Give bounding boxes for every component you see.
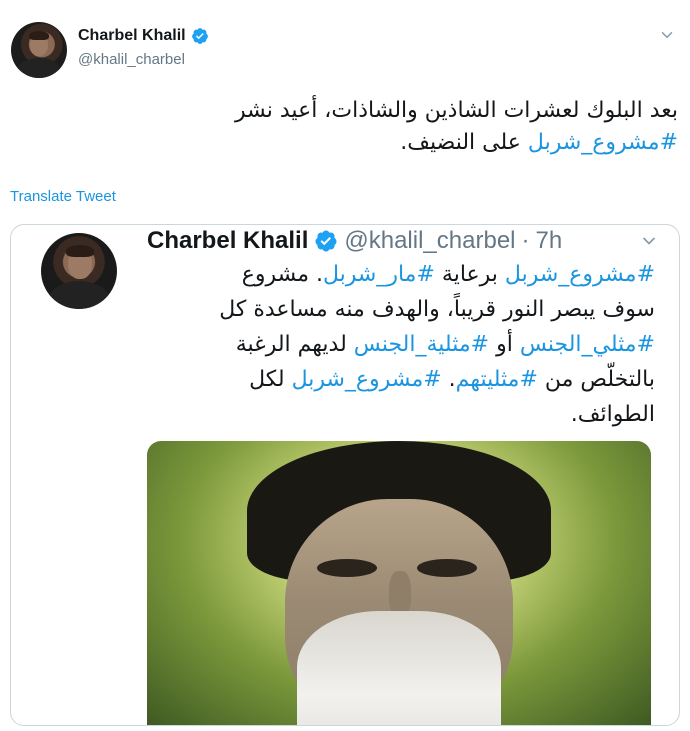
- hashtag-link[interactable]: #مثلي_الجنس: [520, 332, 655, 357]
- verified-badge-icon: [315, 230, 337, 252]
- quoted-tweet-card[interactable]: Charbel Khalil @khalil_charbel · 7h #مشر…: [10, 224, 680, 726]
- hashtag-link[interactable]: #مشروع_شربل: [505, 262, 655, 287]
- quoted-timestamp[interactable]: 7h: [536, 227, 563, 255]
- separator-dot: ·: [521, 227, 530, 254]
- quoted-text-part: برعاية: [434, 262, 505, 287]
- tweet-text-rest: على النضيف.: [400, 130, 528, 155]
- author-name[interactable]: Charbel Khalil: [78, 27, 186, 45]
- hashtag-link[interactable]: #مثلية_الجنس: [354, 332, 489, 357]
- tweet-text-line1: بعد البلوك لعشرات الشاذين والشاذات، أعيد…: [235, 98, 678, 123]
- hashtag-link[interactable]: #مثليتهم: [456, 367, 538, 392]
- quoted-author-handle[interactable]: @khalil_charbel: [344, 227, 515, 255]
- chevron-down-icon[interactable]: [639, 231, 659, 251]
- quoted-text-part: أو: [489, 332, 520, 357]
- quoted-tweet-image[interactable]: [147, 441, 651, 725]
- author-avatar[interactable]: [11, 22, 67, 78]
- verified-badge-icon: [191, 28, 208, 44]
- quoted-author-name[interactable]: Charbel Khalil: [147, 227, 308, 255]
- quoted-text: #مشروع_شربل برعاية #مار_شربل. مشروع سوف …: [185, 257, 655, 432]
- tweet-text: بعد البلوك لعشرات الشاذين والشاذات، أعيد…: [38, 95, 678, 159]
- tweet-text-line2: #مشروع_شربل على النضيف.: [38, 127, 678, 159]
- author-name-row[interactable]: Charbel Khalil: [78, 27, 209, 45]
- hashtag-link[interactable]: #مار_شربل: [323, 262, 435, 287]
- quoted-author-avatar[interactable]: [41, 233, 117, 309]
- author-handle[interactable]: @khalil_charbel: [78, 51, 185, 68]
- chevron-down-icon[interactable]: [658, 26, 676, 44]
- translate-tweet-link[interactable]: Translate Tweet: [10, 188, 116, 205]
- hashtag-link[interactable]: #مشروع_شربل: [528, 130, 678, 155]
- quoted-text-part: .: [441, 367, 456, 392]
- hashtag-link[interactable]: #مشروع_شربل: [292, 367, 442, 392]
- quoted-header: Charbel Khalil @khalil_charbel · 7h: [147, 225, 562, 257]
